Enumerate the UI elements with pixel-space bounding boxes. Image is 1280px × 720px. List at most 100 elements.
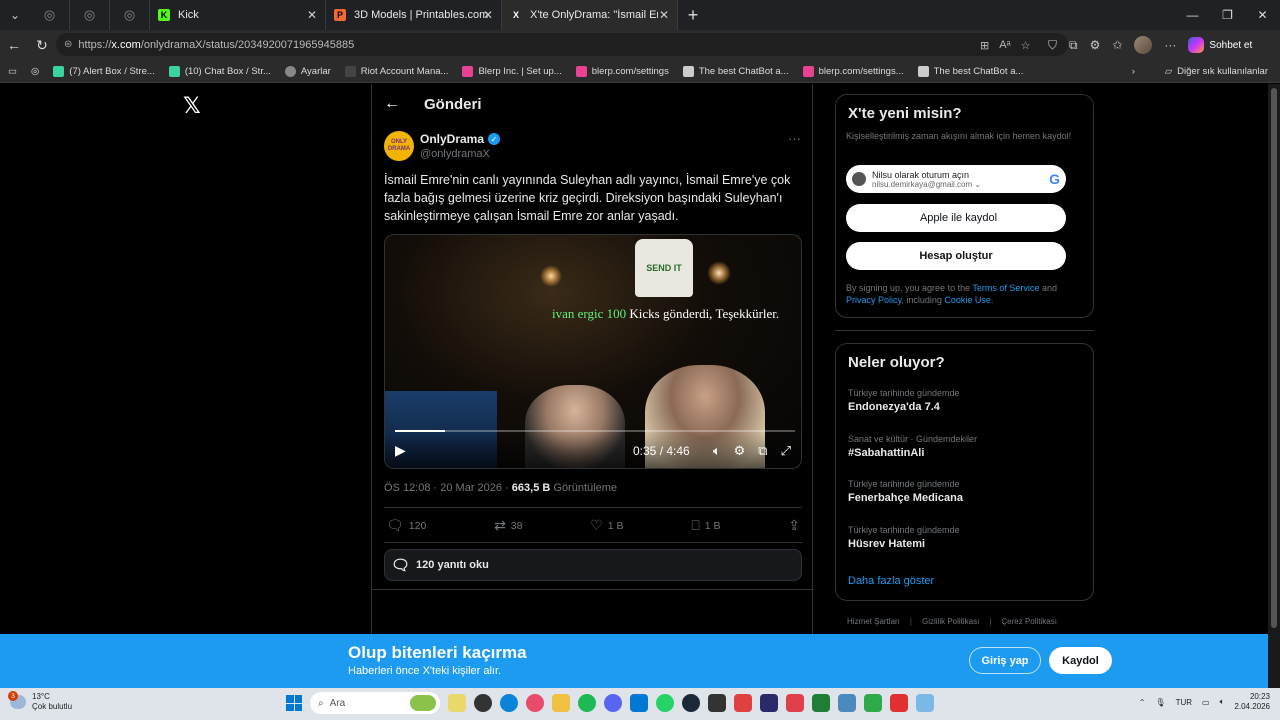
- signup-button[interactable]: Kaydol: [1049, 647, 1112, 674]
- edge-icon[interactable]: [500, 694, 518, 712]
- scrollbar-thumb[interactable]: [1271, 88, 1277, 628]
- bookmark-item[interactable]: Ayarlar: [284, 65, 331, 77]
- app-icon[interactable]: [734, 694, 752, 712]
- bookmark-button[interactable]: ⎕ 1 B: [691, 517, 720, 534]
- settings-gear-icon[interactable]: ⚙: [734, 443, 746, 459]
- bookmark-item[interactable]: (10) Chat Box / Str...: [168, 65, 271, 77]
- whatsapp-icon[interactable]: [656, 694, 674, 712]
- url-input[interactable]: ⊜ https://x.com/onlydramaX/status/203492…: [56, 33, 1068, 56]
- pinned-tab-2[interactable]: ◎: [70, 0, 110, 30]
- trend-item[interactable]: Türkiye tarihinde gündemde Hüsrev Hatemi: [848, 525, 960, 550]
- video-player[interactable]: SEND IT ivan ergic 100 Kicks gönderdi, T…: [384, 234, 802, 469]
- trend-item[interactable]: Sanat ve kültür · Gündemdekiler #Sabahat…: [848, 434, 977, 459]
- chevron-right-icon[interactable]: ›: [1132, 66, 1135, 77]
- footer-link[interactable]: Çerez Politikası: [989, 617, 1057, 626]
- bookmark-item[interactable]: The best ChatBot a...: [917, 65, 1023, 77]
- more-icon[interactable]: ···: [1164, 38, 1176, 52]
- x-logo-icon[interactable]: 𝕏: [183, 93, 203, 118]
- app-icon[interactable]: [916, 694, 934, 712]
- repost-button[interactable]: ⇄ 38: [494, 517, 522, 534]
- bookmark-item[interactable]: (7) Alert Box / Stre...: [53, 65, 155, 77]
- maximize-icon[interactable]: ❐: [1210, 0, 1245, 30]
- google-signin-button[interactable]: Nilsu olarak oturum açın nilsu.demirkaya…: [846, 165, 1066, 193]
- share-button[interactable]: ⇪: [788, 517, 800, 534]
- volume-icon[interactable]: 🔈︎: [1220, 697, 1225, 707]
- cookie-link[interactable]: Cookie Use: [944, 295, 991, 305]
- taskbar-search[interactable]: ⌕ Ara: [310, 692, 440, 714]
- mail-icon[interactable]: [630, 694, 648, 712]
- minimize-icon[interactable]: —: [1175, 0, 1210, 30]
- pinned-tab-3[interactable]: ◎: [110, 0, 150, 30]
- privacy-link[interactable]: Privacy Policy: [846, 295, 901, 305]
- bookmark-item[interactable]: Riot Account Mana...: [344, 65, 448, 77]
- copilot-button[interactable]: Sohbet et: [1188, 37, 1252, 53]
- bookmark-item[interactable]: The best ChatBot a...: [682, 65, 789, 77]
- discord-icon[interactable]: [604, 694, 622, 712]
- sidebar-toggle-icon[interactable]: ▭: [8, 66, 17, 77]
- footer-link[interactable]: Hizmet Şartları: [847, 617, 900, 626]
- tab-x-post[interactable]: X X'te OnlyDrama: "İsmail Emre'nin ✕: [502, 0, 678, 30]
- folder-icon[interactable]: [552, 694, 570, 712]
- tweet-timestamp[interactable]: ÖS 12:08 · 20 Mar 2026 ·: [384, 482, 512, 494]
- tab-kick[interactable]: K Kick ✕: [150, 0, 326, 30]
- bookmark-item[interactable]: blerp.com/settings: [575, 65, 669, 77]
- bookmark-item[interactable]: Blerp Inc. | Set up...: [462, 65, 562, 77]
- tab-printables[interactable]: P 3D Models | Printables.com ✕: [326, 0, 502, 30]
- close-icon[interactable]: ✕: [307, 8, 317, 22]
- author-handle[interactable]: @onlydramaX: [420, 148, 500, 160]
- mic-icon[interactable]: 🎙︎: [1155, 698, 1165, 707]
- favorites-icon[interactable]: ✩: [1112, 38, 1122, 52]
- opera-icon[interactable]: [526, 694, 544, 712]
- back-arrow-icon[interactable]: ←: [384, 95, 424, 113]
- pinned-tab-1[interactable]: ◎: [30, 0, 70, 30]
- apple-signup-button[interactable]: Apple ile kaydol: [846, 204, 1066, 232]
- tab-actions-icon[interactable]: ⌄: [0, 0, 30, 30]
- tweet-author[interactable]: ONLY DRAMA OnlyDrama ✓ @onlydramaX: [384, 131, 501, 161]
- read-aloud-icon[interactable]: Aᵃ: [999, 39, 1010, 51]
- excel-icon[interactable]: [812, 694, 830, 712]
- read-replies-button[interactable]: 🗨︎ 120 yanıtı oku: [384, 549, 802, 581]
- play-icon[interactable]: ▶: [395, 442, 406, 459]
- app-icon[interactable]: [786, 694, 804, 712]
- profile-avatar[interactable]: [1134, 36, 1153, 54]
- author-name[interactable]: OnlyDrama: [420, 132, 484, 146]
- app-icon[interactable]: [708, 694, 726, 712]
- site-info-icon[interactable]: ⊜: [64, 39, 72, 50]
- favorite-star-icon[interactable]: ☆: [1021, 39, 1031, 52]
- spotify-icon[interactable]: [578, 694, 596, 712]
- extensions-icon[interactable]: ⧉: [1069, 38, 1078, 53]
- more-options-icon[interactable]: ···: [788, 131, 801, 146]
- premiere-icon[interactable]: [760, 694, 778, 712]
- split-screen-icon[interactable]: ⚙: [1090, 38, 1101, 52]
- close-icon[interactable]: ✕: [483, 8, 493, 22]
- language-indicator[interactable]: TUR: [1176, 698, 1192, 707]
- show-more-link[interactable]: Daha fazla göster: [848, 575, 934, 587]
- back-icon[interactable]: ←: [0, 37, 28, 53]
- video-progress-bar[interactable]: [395, 430, 795, 432]
- windows-start-icon[interactable]: [286, 695, 302, 711]
- fullscreen-icon[interactable]: ⤢: [781, 443, 791, 459]
- obs-icon[interactable]: [474, 694, 492, 712]
- file-explorer-icon[interactable]: [448, 694, 466, 712]
- login-button[interactable]: Giriş yap: [969, 647, 1041, 674]
- bookmark-item[interactable]: blerp.com/settings...: [802, 65, 904, 77]
- globe-icon[interactable]: ◎: [31, 66, 39, 77]
- shield-icon[interactable]: ⛉: [1048, 38, 1057, 53]
- trend-item[interactable]: Türkiye tarihinde gündemde Endonezya'da …: [848, 388, 960, 413]
- clock[interactable]: 20:23 2.04.2026: [1234, 692, 1270, 712]
- close-icon[interactable]: ✕: [659, 8, 669, 22]
- apps-icon[interactable]: ⊞: [980, 39, 989, 52]
- network-icon[interactable]: ▭: [1202, 698, 1210, 707]
- pip-icon[interactable]: ⧉: [758, 443, 767, 459]
- weather-widget[interactable]: 3 13°C Çok bulutlu: [8, 691, 72, 712]
- reply-button[interactable]: 🗨︎ 120: [386, 517, 426, 534]
- avatar[interactable]: ONLY DRAMA: [384, 131, 414, 161]
- like-button[interactable]: ♡ 1 B: [590, 517, 623, 534]
- refresh-icon[interactable]: ↻: [28, 37, 56, 54]
- chevron-up-icon[interactable]: ⌃: [1139, 698, 1146, 707]
- scrollbar[interactable]: [1268, 84, 1280, 688]
- volume-icon[interactable]: 🔈︎: [713, 443, 721, 459]
- app-icon[interactable]: [864, 694, 882, 712]
- new-tab-button[interactable]: +: [678, 5, 708, 26]
- close-window-icon[interactable]: ✕: [1245, 0, 1280, 30]
